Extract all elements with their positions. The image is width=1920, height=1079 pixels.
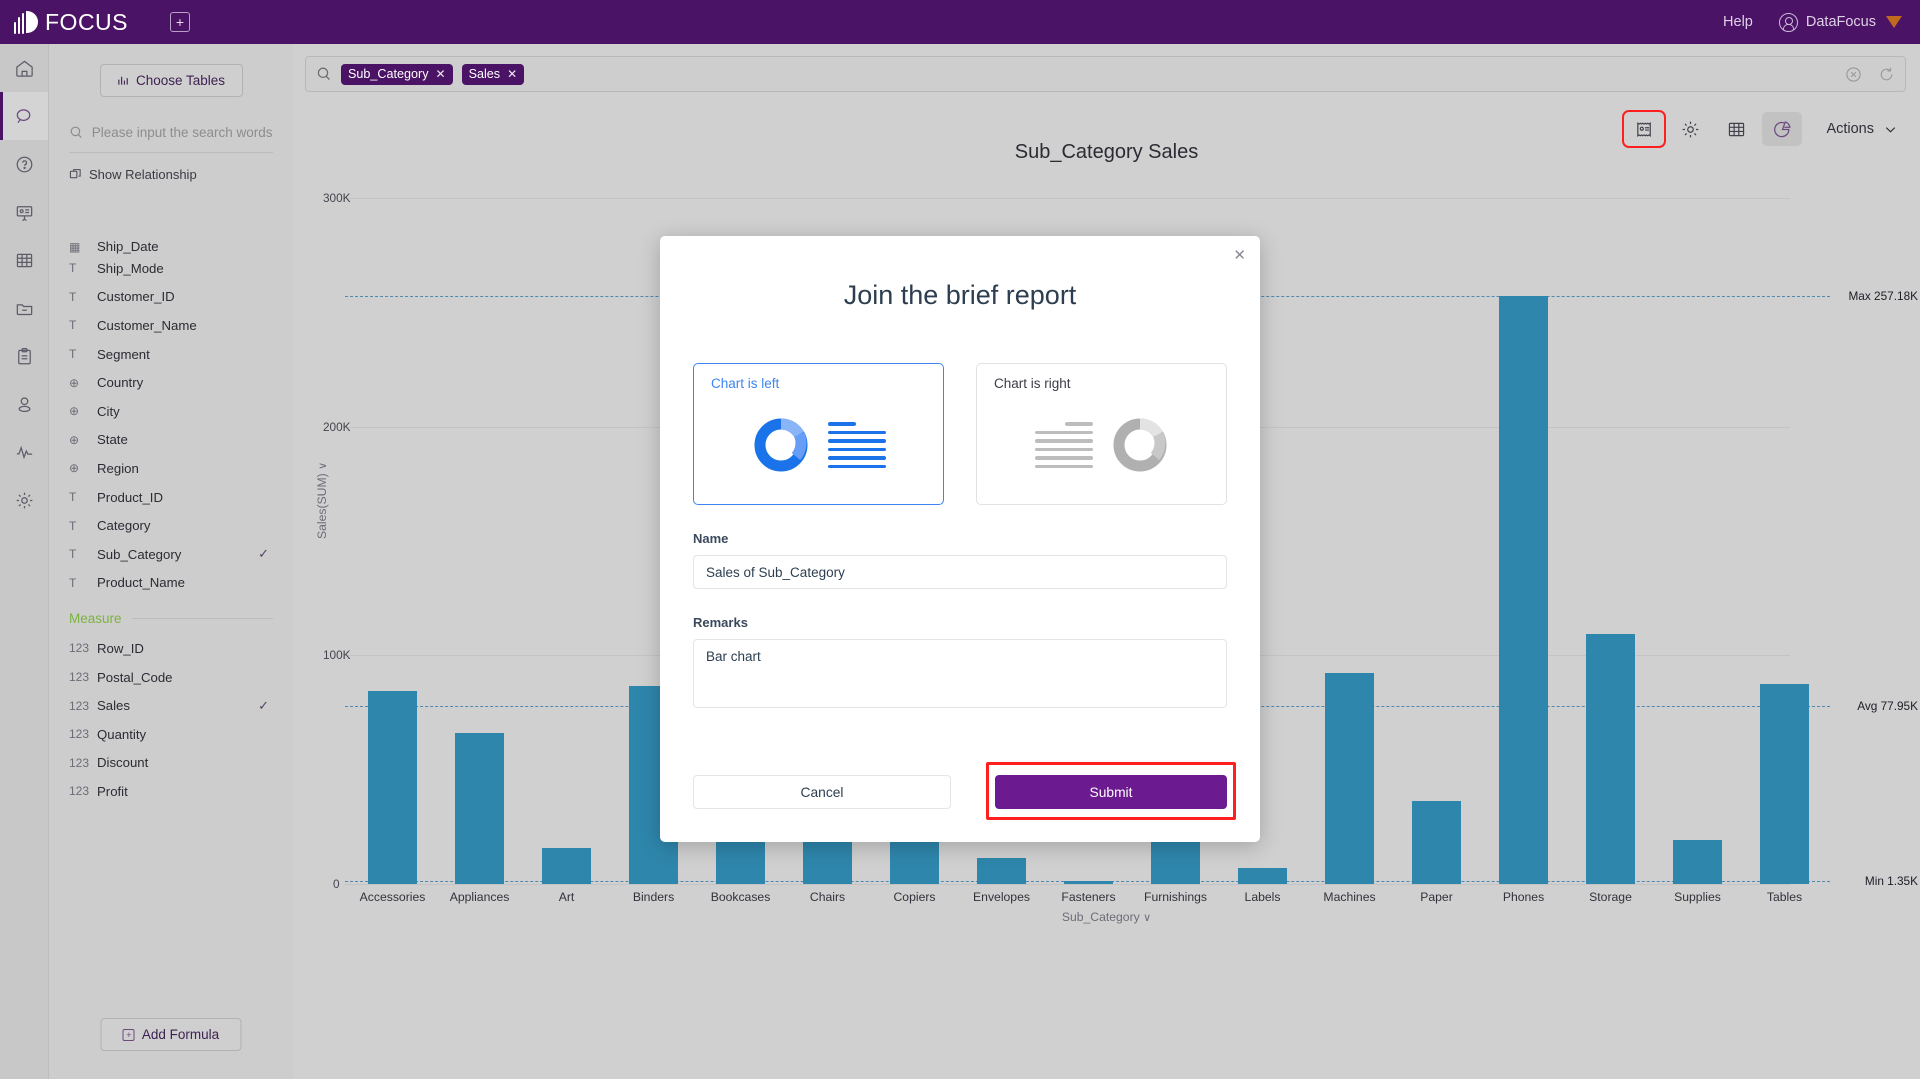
legend-lines-icon	[827, 422, 886, 468]
layout-option-label: Chart is left	[711, 376, 780, 391]
dialog-title: Join the brief report	[843, 280, 1077, 310]
remarks-textarea[interactable]: Bar chart	[693, 639, 1227, 708]
name-field-label: Name	[693, 531, 729, 546]
donut-icon	[1113, 418, 1166, 472]
cancel-button[interactable]: Cancel	[693, 775, 951, 809]
modal-overlay: ✕ Join the brief report Chart is left Ch…	[0, 0, 1920, 1079]
donut-icon	[754, 418, 807, 472]
layout-option-chart-right[interactable]: Chart is right	[976, 363, 1227, 505]
join-brief-report-dialog: ✕ Join the brief report Chart is left Ch…	[660, 236, 1260, 842]
chart-left-preview-icon	[694, 416, 943, 474]
app-root: FOCUS + Help DataFocus Choose Tables Ple…	[0, 0, 1920, 1079]
layout-option-chart-left[interactable]: Chart is left	[693, 363, 944, 505]
dialog-footer: Cancel Submit	[693, 762, 1236, 820]
close-icon[interactable]: ✕	[1233, 246, 1246, 264]
name-input[interactable]	[693, 555, 1227, 589]
submit-button[interactable]: Submit	[995, 775, 1227, 809]
chart-right-preview-icon	[977, 416, 1226, 474]
legend-lines-icon	[1034, 422, 1093, 468]
layout-options: Chart is left Chart is right	[693, 363, 1227, 505]
remarks-field-label: Remarks	[693, 615, 748, 630]
layout-option-label: Chart is right	[994, 376, 1071, 391]
